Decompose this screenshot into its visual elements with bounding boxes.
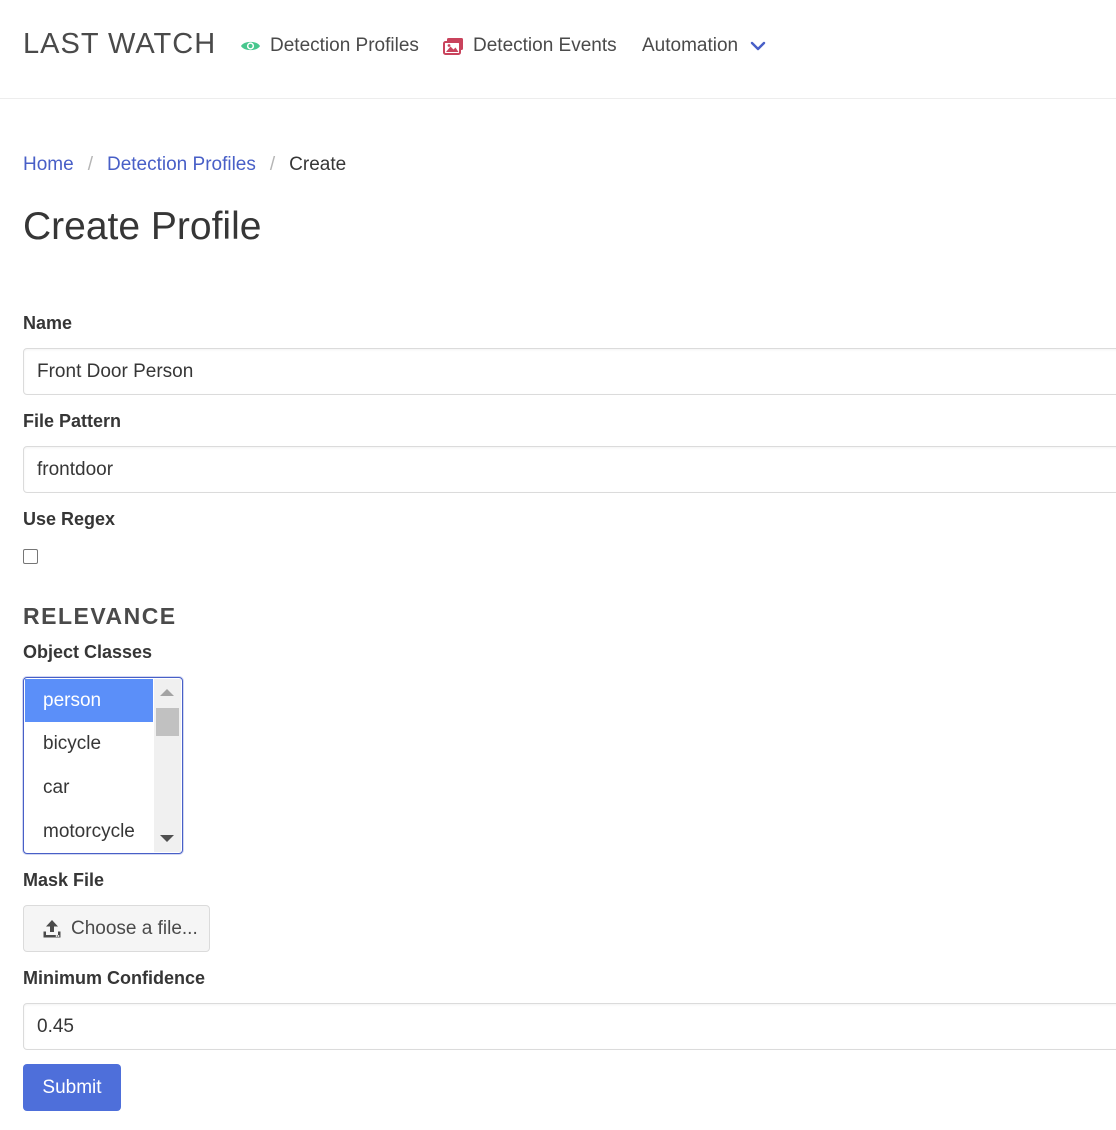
listbox-scrollbar[interactable] [154,679,181,852]
object-class-option-motorcycle[interactable]: motorcycle [25,810,153,853]
images-icon [443,37,464,55]
file-pattern-input[interactable] [23,446,1116,493]
page-title: Create Profile [23,205,262,248]
breadcrumb-separator: / [269,154,276,175]
choose-file-button[interactable]: Choose a file... [23,905,210,952]
breadcrumb-home[interactable]: Home [23,154,74,176]
chevron-down-icon [750,41,766,51]
nav-item-automation[interactable]: Automation [642,35,766,57]
object-class-option-car[interactable]: car [25,766,153,809]
use-regex-label: Use Regex [23,509,116,529]
breadcrumb-current: Create [289,154,347,175]
breadcrumb-detection-profiles[interactable]: Detection Profiles [107,154,256,176]
mask-file-label: Mask File [23,870,105,890]
nav-item-label: Automation [642,35,739,56]
scroll-up-arrow-icon[interactable] [160,689,174,696]
scroll-thumb[interactable] [156,708,179,736]
minimum-confidence-label: Minimum Confidence [23,968,206,988]
use-regex-checkbox[interactable] [23,549,38,564]
brand-logo[interactable]: LAST WATCH [23,28,216,61]
eye-icon [240,39,261,53]
navbar: LAST WATCH Detection Profiles Detection … [0,0,1116,99]
object-classes-label: Object Classes [23,642,153,662]
nav-item-detection-events[interactable]: Detection Events [443,35,617,57]
object-class-option-person[interactable]: person [25,679,153,722]
nav-item-label: Detection Events [473,35,617,56]
object-classes-select[interactable]: person bicycle car motorcycle [23,677,183,854]
file-pattern-label: File Pattern [23,411,122,431]
nav-item-detection-profiles[interactable]: Detection Profiles [240,35,419,57]
relevance-heading: RELEVANCE [23,603,177,629]
nav-item-label: Detection Profiles [270,35,419,56]
submit-button[interactable]: Submit [23,1064,121,1111]
object-class-option-bicycle[interactable]: bicycle [25,722,153,765]
breadcrumb-separator: / [87,154,93,175]
breadcrumb: Home / Detection Profiles / Create [23,154,346,176]
scroll-down-arrow-icon[interactable] [160,835,174,842]
upload-icon [42,919,62,939]
choose-file-label: Choose a file... [71,917,198,939]
name-input[interactable] [23,348,1116,395]
minimum-confidence-input[interactable] [23,1003,1116,1050]
name-label: Name [23,313,73,333]
